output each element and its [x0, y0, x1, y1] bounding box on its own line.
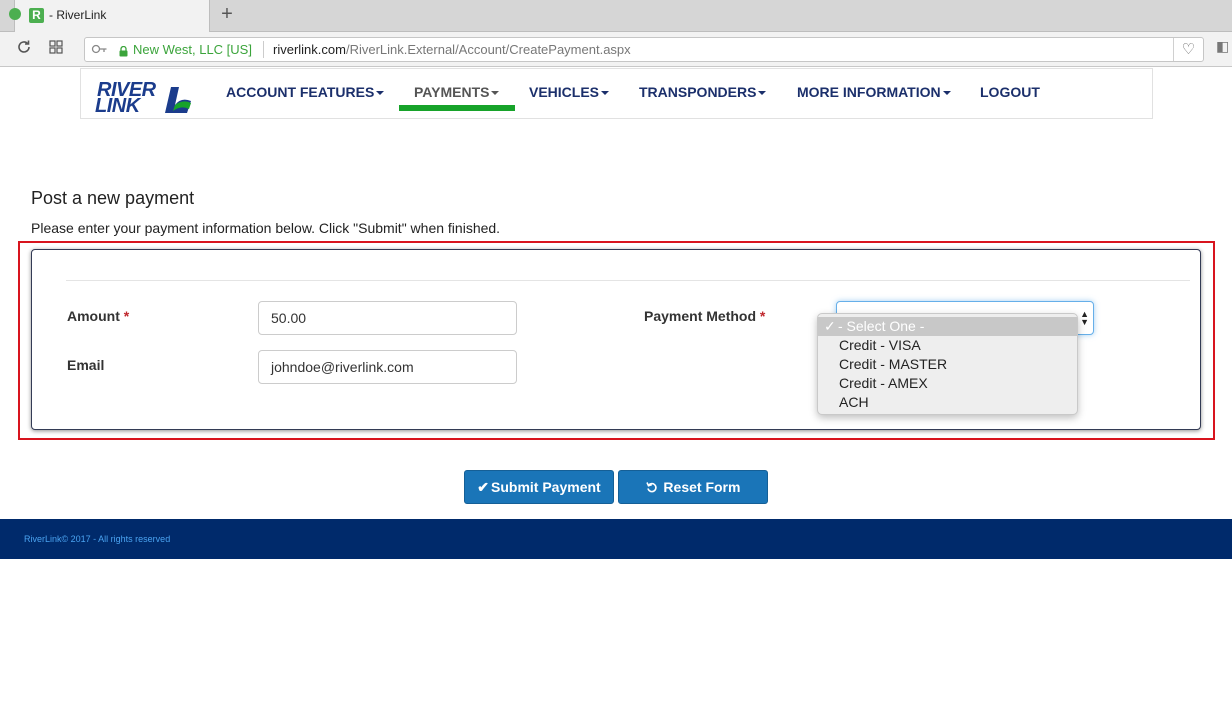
browser-tab-bar: R - RiverLink + [0, 0, 1232, 32]
caret-down-icon [601, 91, 610, 96]
site-identity: New West, LLC [US] [133, 42, 252, 57]
key-icon[interactable] [91, 42, 113, 59]
address-bar[interactable]: New West, LLC [US] riverlink.com/RiverLi… [84, 37, 1204, 62]
menu-account-features-label: ACCOUNT FEATURES [226, 84, 375, 100]
grid-icon[interactable] [46, 39, 66, 59]
menu-payments[interactable]: PAYMENTS [414, 84, 500, 100]
page-instructions: Please enter your payment information be… [31, 220, 501, 236]
menu-transponders-label: TRANSPONDERS [639, 84, 757, 100]
select-arrows-icon: ▲ ▼ [1080, 309, 1089, 327]
email-input[interactable]: johndoe@riverlink.com [258, 350, 517, 384]
menu-vehicles[interactable]: VEHICLES [529, 84, 610, 100]
dropdown-option[interactable]: Credit - MASTER [818, 355, 1077, 374]
menu-payments-label: PAYMENTS [414, 84, 490, 100]
dropdown-option-label: - Select One - [838, 318, 925, 334]
menu-vehicles-label: VEHICLES [529, 84, 600, 100]
sidebar-toggle-icon[interactable]: ◧ [1216, 38, 1229, 55]
logo-line-2: LINK [95, 95, 140, 117]
caret-down-icon [376, 91, 385, 96]
address-divider [263, 41, 264, 58]
amount-input[interactable]: 50.00 [258, 301, 517, 335]
url-host: riverlink.com [273, 42, 346, 57]
payment-method-label-text: Payment Method [644, 308, 757, 324]
payment-method-dropdown: ✓ - Select One - Credit - VISA Credit - M… [817, 313, 1078, 415]
caret-down-icon [491, 91, 500, 96]
footer-copyright: RiverLink© 2017 - All rights reserved [24, 534, 171, 544]
required-marker: * [759, 308, 766, 324]
active-menu-indicator [399, 105, 515, 111]
reload-icon[interactable] [14, 39, 34, 59]
menu-account-features[interactable]: ACCOUNT FEATURES [226, 84, 385, 100]
site-footer: RiverLink© 2017 - All rights reserved [0, 519, 1232, 559]
amount-label-text: Amount [67, 308, 120, 324]
dropdown-option[interactable]: ACH [818, 393, 1077, 412]
url-text[interactable]: riverlink.com/RiverLink.External/Account… [273, 42, 631, 57]
submit-payment-label: Submit Payment [491, 479, 601, 495]
menu-more-information-label: MORE INFORMATION [797, 84, 941, 100]
caret-down-icon [758, 91, 767, 96]
site-header: RIVER LINK ACCOUNT FEATURES PAYMENTS VEH… [80, 68, 1153, 119]
amount-label: Amount * [67, 308, 129, 324]
dropdown-option[interactable]: Credit - AMEX [818, 374, 1077, 393]
payment-method-label: Payment Method * [644, 308, 765, 324]
new-tab-button[interactable]: + [216, 3, 238, 26]
logo-river-mark-icon [165, 87, 191, 113]
reset-icon [645, 479, 662, 495]
checkmark-icon: ✓ [824, 318, 836, 334]
required-marker: * [123, 308, 130, 324]
url-path: /RiverLink.External/Account/CreatePaymen… [345, 42, 631, 57]
heart-icon[interactable]: ♡ [1173, 38, 1203, 61]
page-title: Post a new payment [31, 188, 195, 208]
lock-icon [119, 44, 128, 57]
favicon-icon: R [29, 8, 44, 23]
reset-form-button[interactable]: Reset Form [618, 470, 768, 504]
riverlink-logo[interactable]: RIVER LINK [95, 79, 199, 117]
dropdown-option[interactable]: ✓ - Select One - [818, 317, 1077, 336]
check-icon: ✔ [477, 479, 490, 495]
menu-logout[interactable]: LOGOUT [980, 84, 1040, 100]
browser-tab[interactable]: R - RiverLink [9, 0, 210, 32]
tab-audio-dot-icon [9, 8, 21, 20]
menu-transponders[interactable]: TRANSPONDERS [639, 84, 767, 100]
reset-form-label: Reset Form [663, 479, 741, 495]
menu-more-information[interactable]: MORE INFORMATION [797, 84, 951, 100]
dropdown-option[interactable]: Credit - VISA [818, 336, 1077, 355]
tab-title: - RiverLink [49, 8, 107, 22]
caret-down-icon [942, 91, 951, 96]
panel-divider [66, 280, 1190, 281]
email-label: Email [67, 357, 105, 373]
browser-toolbar: New West, LLC [US] riverlink.com/RiverLi… [0, 32, 1232, 67]
submit-payment-button[interactable]: ✔ Submit Payment [464, 470, 614, 504]
